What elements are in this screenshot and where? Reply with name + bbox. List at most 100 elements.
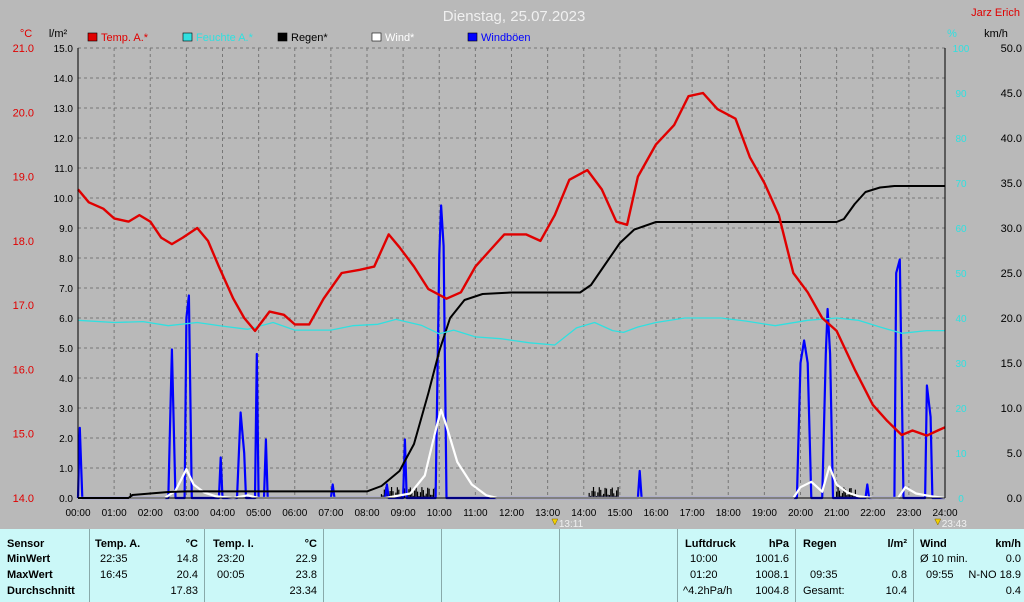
x-tick-label: 13:00 — [535, 508, 560, 519]
humidity-tick-label: 50 — [955, 269, 967, 280]
rain-tick-label: 2.0 — [59, 434, 73, 445]
regen-column: Regen l/m² 09:35 0.8 Gesamt: 10.4 — [796, 529, 914, 602]
regen-max-time: 09:35 — [810, 569, 838, 581]
x-tick-label: 23:00 — [896, 508, 921, 519]
humidity-tick-label: 100 — [953, 44, 970, 55]
legend-label: Wind* — [385, 32, 415, 44]
wind-tick-label: 0.0 — [1007, 493, 1022, 505]
x-tick-label: 04:00 — [210, 508, 235, 519]
luftdruck-min-value: 1001.6 — [755, 553, 789, 565]
legend-item: Wind* — [371, 32, 415, 44]
unit-wind: km/h — [984, 28, 1008, 40]
x-tick-label: 07:00 — [318, 508, 343, 519]
wind-tick-label: 15.0 — [1001, 358, 1022, 370]
unit-temp: °C — [20, 28, 32, 40]
humidity-tick-label: 30 — [955, 359, 967, 370]
temp-a-max-value: 20.4 — [176, 569, 198, 581]
x-tick-label: 20:00 — [788, 508, 813, 519]
legend-item: Windböen — [467, 32, 531, 44]
unit-rain: l/m² — [49, 28, 68, 40]
temp-tick-label: 16.0 — [13, 364, 34, 376]
luftdruck-column: Luftdruck hPa 10:00 1001.6 01:20 1008.1 … — [678, 529, 796, 602]
wind-max-value: N-NO 18.9 — [968, 569, 1021, 581]
statistics-table: Sensor MinWert MaxWert Durchschnitt Temp… — [0, 529, 1024, 602]
wind-avg-label: Ø 10 min. — [920, 553, 968, 565]
weather-chart: 00:00 01:00 02:00 03:00 04:00 05:00 06:00 07:00… — [13, 7, 1022, 529]
x-tick-label: 11:00 — [463, 508, 488, 519]
x-tick-label: 02:00 — [138, 508, 163, 519]
wind-tick-label: 25.0 — [1001, 268, 1022, 280]
regen-total-value: 10.4 — [885, 585, 907, 597]
regen-total-label: Gesamt: — [803, 585, 845, 597]
rain-tick-label: 4.0 — [59, 374, 73, 385]
wind-tick-label: 5.0 — [1007, 448, 1022, 460]
marker-arrow — [934, 518, 942, 526]
x-tick-label: 03:00 — [174, 508, 199, 519]
marker-arrow — [551, 518, 559, 526]
legend-label: Regen* — [291, 32, 328, 44]
rain-tick-label: 5.0 — [59, 344, 73, 355]
x-tick-label: 22:00 — [860, 508, 885, 519]
x-tick-label: 15:00 — [607, 508, 632, 519]
rain-tick-label: 8.0 — [59, 254, 73, 265]
x-tick-label: 12:00 — [499, 508, 524, 519]
x-tick-label: 18:00 — [716, 508, 741, 519]
humidity-tick-label: 0 — [958, 494, 964, 505]
legend-swatch — [371, 32, 382, 42]
empty-column-3 — [560, 529, 678, 602]
regen-header: Regen — [803, 538, 837, 550]
empty-column-2 — [442, 529, 560, 602]
x-tick-label: 01:00 — [102, 508, 127, 519]
wind-tick-label: 45.0 — [1001, 88, 1022, 100]
rain-tick-label: 11.0 — [54, 164, 73, 175]
x-tick-label: 16:00 — [643, 508, 668, 519]
row-label-avg: Durchschnitt — [7, 585, 75, 597]
temp-i-min-time: 23:20 — [217, 553, 245, 565]
author-label: Jarz Erich — [971, 7, 1020, 19]
legend-label: Temp. A.* — [101, 32, 149, 44]
luftdruck-avg-value: 1004.8 — [755, 585, 789, 597]
x-tick-label: 10:00 — [427, 508, 452, 519]
unit-humidity: % — [947, 28, 957, 40]
wind-avg-value: 0.0 — [1005, 553, 1021, 565]
rain-tick-label: 7.0 — [59, 284, 73, 295]
humidity-tick-label: 90 — [955, 89, 967, 100]
temp-i-header: Temp. I. — [213, 538, 254, 550]
legend-item: Regen* — [277, 32, 328, 44]
luftdruck-min-time: 10:00 — [690, 553, 718, 565]
legend-item: Feuchte A.* — [182, 32, 254, 44]
temp-i-column: Temp. I. °C 23:20 22.9 00:05 23.8 23.34 — [205, 529, 324, 602]
temp-tick-label: 14.0 — [13, 493, 34, 505]
sensor-column: Sensor MinWert MaxWert Durchschnitt — [0, 529, 90, 602]
wind-tick-label: 10.0 — [1001, 403, 1022, 415]
temp-a-column: Temp. A. °C 22:35 14.8 16:45 20.4 17.83 — [90, 529, 205, 602]
marker-label: 13:11 — [559, 519, 584, 529]
luftdruck-trend: ^4.2hPa/h — [683, 585, 733, 597]
empty-column-1 — [324, 529, 442, 602]
row-label-max: MaxWert — [7, 569, 53, 581]
legend-label: Windböen — [481, 32, 531, 44]
luftdruck-unit: hPa — [768, 538, 789, 550]
temp-tick-label: 21.0 — [13, 43, 34, 55]
rain-tick-label: 10.0 — [54, 194, 74, 205]
temp-i-max-time: 00:05 — [217, 569, 245, 581]
x-tick-label: 08:00 — [354, 508, 379, 519]
marker-label: 23:43 — [942, 519, 967, 529]
wind-tick-label: 30.0 — [1001, 223, 1022, 235]
legend: Temp. A.* Feuchte A.* Regen* Wind* Windböen — [87, 32, 531, 44]
luftdruck-max-value: 1008.1 — [755, 569, 789, 581]
legend-item: Temp. A.* — [87, 32, 149, 44]
luftdruck-max-time: 01:20 — [690, 569, 718, 581]
rain-tick-label: 6.0 — [59, 314, 73, 325]
rain-tick-label: 1.0 — [59, 464, 73, 475]
temp-i-unit: °C — [304, 538, 317, 550]
rain-tick-label: 13.0 — [54, 104, 74, 115]
humidity-tick-label: 80 — [955, 134, 967, 145]
wind-column: Wind km/h Ø 10 min. 0.0 09:55 N-NO 18.9 … — [914, 529, 1024, 602]
x-tick-label: 17:00 — [680, 508, 705, 519]
wind-tick-label: 35.0 — [1001, 178, 1022, 190]
legend-swatch — [277, 32, 288, 42]
humidity-tick-label: 70 — [955, 179, 967, 190]
temp-a-unit: °C — [185, 538, 198, 550]
x-tick-label: 00:00 — [65, 508, 90, 519]
